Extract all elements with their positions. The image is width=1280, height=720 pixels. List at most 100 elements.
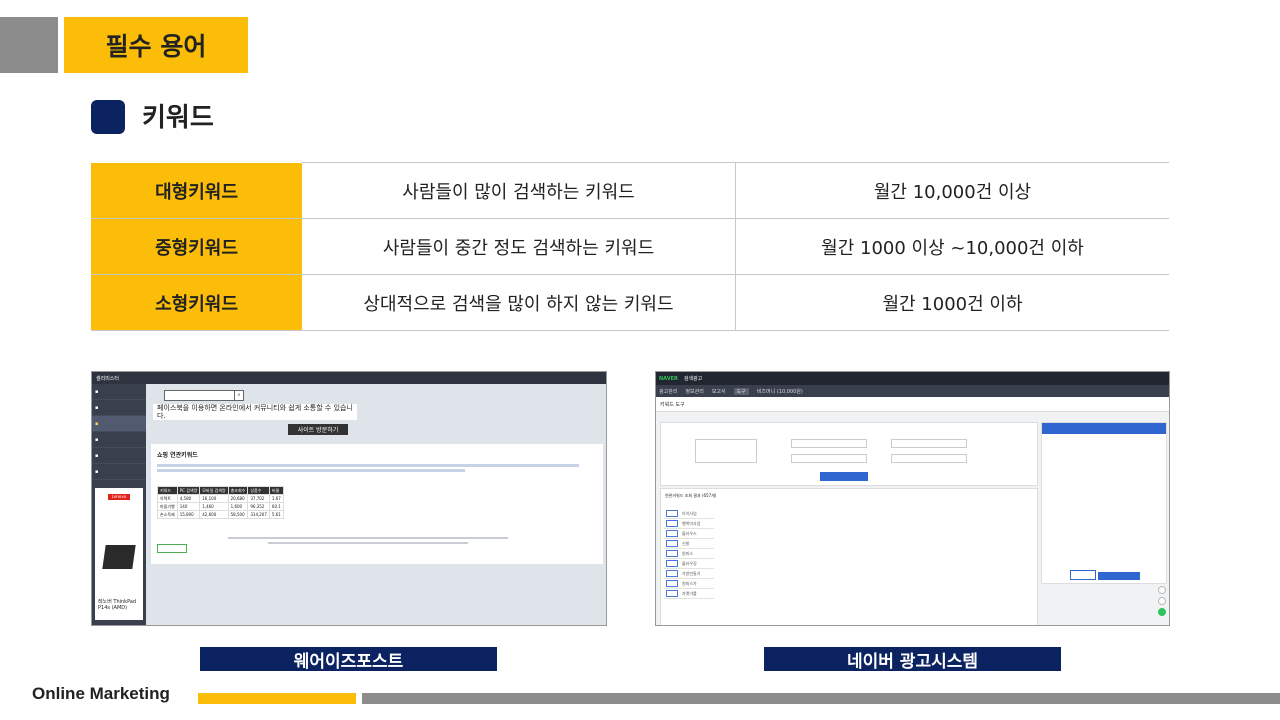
s2-cart-header [1042,423,1166,434]
s1-topbar: 셀리미스터 [92,372,606,384]
s1-sidebar-item[interactable]: ▪ [92,400,146,416]
add-button[interactable] [666,569,678,577]
add-button[interactable] [666,589,678,597]
s2-result-title: 연관키워드 조회 결과 (657개) [665,493,717,498]
s2-topbar: NAVER 검색광고 [656,372,1169,385]
keyword-cell: 원피스가 [680,578,703,589]
keyword-cell: 가방만들기 [680,568,703,579]
table-row[interactable]: 마을기행 140 1,460 1,600 96,352 60.1 [157,502,284,511]
s2-select[interactable] [791,454,867,463]
keyword-tag-line [157,464,580,467]
table-cell: 60.1 [268,502,284,511]
header-gray-block [0,17,58,73]
naver-ads-screenshot: NAVER 검색광고 광고관리 정보관리 보고서 도구 비즈머니 (10,000… [655,371,1170,626]
right-caption: 네이버 광고시스템 [764,647,1061,672]
keyword-cell: 아이사업 [680,509,703,519]
s1-sidebar-item[interactable]: ▪ [92,464,146,480]
footer-line [268,542,468,544]
section-title: 키워드 [142,103,214,133]
add-button[interactable] [666,509,678,517]
scroll-up-icon[interactable] [1158,586,1166,594]
s2-select[interactable] [891,439,967,448]
s2-keyword-cart [1041,422,1167,584]
table-cell: 1.67 [268,494,284,503]
table-cell: 아텍트 [157,494,178,503]
add-button[interactable] [666,519,678,527]
s1-brand: 셀리미스터 [96,375,120,382]
s2-brand-suffix: 검색광고 [683,376,703,382]
page-title: 필수 용어 [64,17,248,73]
col-header: 모바일 검색량 [199,486,229,495]
s2-select[interactable] [791,439,867,448]
table-row[interactable]: 행복미사업 [664,518,715,529]
s2-cart-add-button[interactable] [1098,572,1140,580]
col-header: PC 검색량 [176,486,201,495]
description-cell: 상대적으로 검색을 많이 하지 않는 키워드 [302,274,736,331]
keyword-cell: 블라우징 [680,558,703,569]
s2-search-button[interactable] [820,472,868,481]
footer-yellow-bar [198,693,356,704]
description-cell: 사람들이 중간 정도 검색하는 키워드 [302,218,736,275]
keyword-tag-line [157,469,465,472]
search-icon[interactable]: ⌕ [234,391,243,400]
add-button[interactable] [666,539,678,547]
s1-sidebar-item[interactable]: ▪ [92,448,146,464]
s1-search-input[interactable]: ⌕ [164,390,244,401]
footer-text: Online Marketing [32,684,170,703]
keyword-cell: 소형키워드 [91,274,302,331]
add-button[interactable] [666,559,678,567]
volume-cell: 월간 10,000건 이상 [735,162,1169,219]
table-row: 중형키워드 사람들이 중간 정도 검색하는 키워드 월간 1000 이상 ~10… [91,218,1169,275]
table-row[interactable]: 손소독제 15,800 42,600 58,500 314,207 5.61 [157,510,284,519]
table-cell: 마을기행 [157,502,178,511]
table-row[interactable]: 아텍트 4,580 16,100 20,680 37,702 1.67 [157,494,284,503]
s1-footer [208,534,528,564]
scroll-down-icon[interactable] [1158,597,1166,605]
s2-nav: 광고관리 정보관리 보고서 도구 비즈머니 (10,000원) [656,385,1169,397]
table-row[interactable]: 자켓가를 [664,588,715,599]
s2-result-table: 아이사업 행복미사업 블라우스 신발 원피스 블라우징 가방만들기 원피스가 자… [664,509,715,599]
table-cell: 4,580 [176,494,201,503]
s2-nav-item-active[interactable]: 도구 [733,387,749,395]
s2-nav-item[interactable]: 보고서 [712,388,726,395]
s2-tool-bar: 키워드 도구 [656,397,1169,412]
s1-sidebar-item[interactable]: ▪ [92,432,146,448]
s2-nav-item[interactable]: 광고관리 [659,388,677,395]
volume-cell: 월간 1000건 이하 [735,274,1169,331]
s1-sidebar-item[interactable]: ▪ [92,384,146,400]
table-row[interactable]: 원피스가 [664,578,715,589]
s1-download-button[interactable] [157,544,187,553]
s2-keyword-input[interactable] [695,439,757,463]
table-row[interactable]: 가방만들기 [664,568,715,579]
add-button[interactable] [666,579,678,587]
s2-nav-item[interactable]: 정보관리 [685,388,703,395]
table-row: 대형키워드 사람들이 많이 검색하는 키워드 월간 10,000건 이상 [91,162,1169,219]
table-row: 소형키워드 상대적으로 검색을 많이 하지 않는 키워드 월간 1000건 이하 [91,274,1169,331]
chat-icon[interactable] [1158,608,1166,616]
table-cell: 140 [176,502,201,511]
naver-logo[interactable]: NAVER [659,376,678,382]
s1-visit-button[interactable]: 사이트 방문하기 [288,424,348,435]
laptop-image [102,545,136,569]
s2-select[interactable] [891,454,967,463]
table-cell: 42,600 [199,510,229,519]
s1-ad-brand: Lenovo [108,494,130,500]
keyword-cell: 행복미사업 [680,518,703,529]
table-cell: 37,702 [247,494,270,503]
s2-cart-button[interactable] [1070,570,1096,580]
keyword-cell: 블라우스 [680,528,703,539]
table-row[interactable]: 블라우징 [664,558,715,569]
col-header: 키워드 [157,486,178,495]
table-row[interactable]: 블라우스 [664,528,715,539]
s2-nav-item[interactable]: 비즈머니 (10,000원) [757,388,803,395]
table-cell: 20,680 [227,494,249,503]
add-button[interactable] [666,549,678,557]
add-button[interactable] [666,529,678,537]
table-row[interactable]: 원피스 [664,548,715,559]
table-row[interactable]: 신발 [664,538,715,549]
page-title-text: 필수 용어 [105,32,207,61]
table-row[interactable]: 아이사업 [664,509,715,519]
s1-ad-text: 레노버 ThinkPad P14s (AMD) [98,599,137,611]
table-cell: 1,460 [199,502,229,511]
s1-sidebar-item-active[interactable]: ▪ [92,416,146,432]
